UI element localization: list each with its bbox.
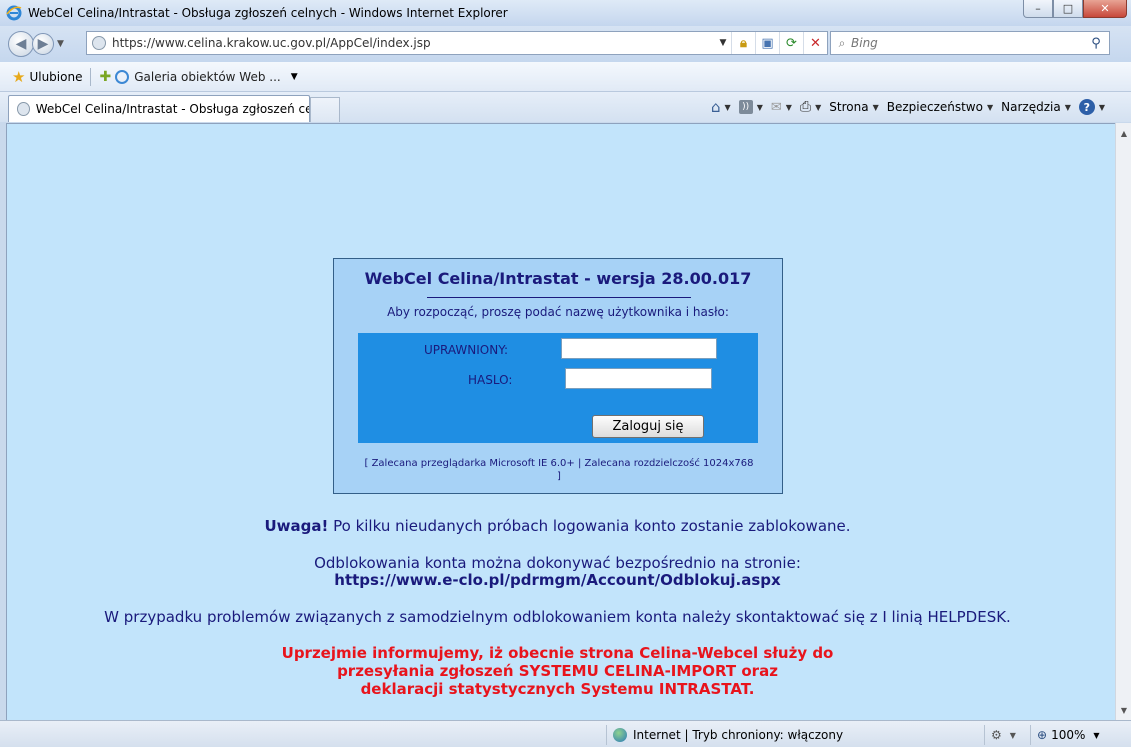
zoom-level: 100% [1051,728,1086,742]
scroll-up-icon[interactable]: ▲ [1116,125,1131,141]
minimize-button[interactable]: – [1023,0,1053,18]
back-arrow-icon: ◀ [15,36,27,52]
login-panel: WebCel Celina/Intrastat - wersja 28.00.0… [333,258,783,494]
printer-icon: ⎙ [799,99,812,115]
window-titlebar: WebCel Celina/Intrastat - Obsługa zgłosz… [0,0,1131,26]
zoom-icon: ⊕ [1037,728,1048,742]
zoom-control[interactable]: ⊕ 100% ▼ [1030,725,1120,745]
add-favorite-icon[interactable]: ✚ [99,69,111,85]
add-on-indicator[interactable]: ⚙ ▼ [984,725,1028,745]
compatibility-view-icon[interactable]: ▣ [755,32,779,54]
page-menu[interactable]: Strona ▼ [829,100,878,114]
safety-menu[interactable]: Bezpieczeństwo ▼ [887,100,993,114]
helpdesk-info: W przypadku problemów związanych z samod… [104,608,1011,626]
heading-divider [427,297,691,298]
search-input[interactable] [851,36,1083,50]
vertical-scrollbar[interactable]: ▲ ▼ [1115,123,1131,720]
feeds-button[interactable]: )) ▼ [738,100,763,114]
gallery-dropdown-icon[interactable]: ▼ [291,72,298,82]
browser-recommendation: [ Zalecana przeglądarka Microsoft IE 6.0… [364,458,754,482]
page-favicon-icon [92,36,106,50]
navigation-bar: ◀ ▶ ▼ https://www.celina.krakow.uc.gov.p… [0,26,1131,62]
notice-line-3: deklaracji statystycznych Systemu INTRAS… [360,680,755,698]
search-box[interactable]: ⌕ ⚲ [830,31,1110,55]
help-menu[interactable]: ? ▼ [1078,99,1105,115]
password-label: HASLO: [468,373,513,387]
zoom-dropdown-icon[interactable]: ▼ [1093,731,1099,740]
address-dropdown-icon[interactable]: ▼ [715,38,731,48]
rss-feed-icon: )) [738,100,753,114]
ie-logo-icon [6,5,22,21]
address-url[interactable]: https://www.celina.krakow.uc.gov.pl/AppC… [112,36,715,50]
bing-search-icon: ⌕ [838,35,846,50]
tab-favicon-icon [17,102,30,116]
unlock-link: https://www.e-clo.pl/pdrmgm/Account/Odbl… [334,571,781,589]
scroll-down-icon[interactable]: ▼ [1116,702,1131,718]
address-bar[interactable]: https://www.celina.krakow.uc.gov.pl/AppC… [86,31,828,55]
username-label: UPRAWNIONY: [424,343,509,357]
maximize-button[interactable]: □ [1053,0,1083,18]
internet-globe-icon [613,728,627,742]
command-bar: ⌂ ▼ )) ▼ ✉ ▼ ⎙ ▼ Strona ▼ Bezpieczeństwo ▼ Nar… [703,96,1105,118]
notice-line-1: Uprzejmie informujemy, iż obecnie strona… [281,644,834,662]
lockout-warning: Uwaga! Po kilku nieudanych próbach logow… [264,517,851,535]
login-subtitle: Aby rozpocząć, proszę podać nazwę użytko… [387,305,729,319]
tab-webcel[interactable]: WebCel Celina/Intrastat - Obsługa zgłosz… [8,95,310,122]
password-input[interactable] [565,368,712,389]
search-go-icon[interactable]: ⚲ [1083,36,1109,51]
login-form: UPRAWNIONY: HASLO: Zaloguj się [358,333,758,443]
home-button[interactable]: ⌂ ▼ [711,98,731,116]
web-slice-gallery-icon [115,69,130,84]
back-button[interactable]: ◀ [8,31,34,57]
page-content: WebCel Celina/Intrastat - wersja 28.00.0… [6,123,1115,720]
favorites-separator [90,67,92,86]
favorites-star-icon[interactable]: ★ [12,68,25,86]
lock-icon[interactable]: 🔒︎ [731,32,755,54]
mail-button[interactable]: ✉ ▼ [771,100,792,115]
new-tab-button[interactable] [310,97,340,122]
history-dropdown-icon[interactable]: ▼ [57,39,64,49]
help-icon: ? [1078,99,1095,115]
zone-text: Internet | Tryb chroniony: włączony [633,728,844,742]
favorites-bar: ★ Ulubione ✚ Galeria obiektów Web ... ▼ [0,62,1131,92]
tools-menu[interactable]: Narzędzia ▼ [1001,100,1071,114]
web-slice-gallery-link[interactable]: Galeria obiektów Web ... [134,70,281,84]
tab-bar: WebCel Celina/Intrastat - Obsługa zgłosz… [0,92,1131,122]
security-zone[interactable]: Internet | Tryb chroniony: włączony [606,725,843,745]
forward-button[interactable]: ▶ [32,33,54,55]
tab-label: WebCel Celina/Intrastat - Obsługa zgłosz… [35,102,309,116]
stop-icon[interactable]: ✕ [803,32,827,54]
gear-icon: ⚙ [991,728,1002,742]
home-icon: ⌂ [711,98,721,116]
notice-line-2: przesyłania zgłoszeń SYSTEMU CELINA-IMPO… [337,662,778,680]
window-title: WebCel Celina/Intrastat - Obsługa zgłosz… [28,6,508,20]
close-button[interactable]: ✕ [1083,0,1127,18]
mail-icon: ✉ [770,99,782,115]
forward-arrow-icon: ▶ [37,36,49,52]
favorites-button[interactable]: Ulubione [29,70,82,84]
print-button[interactable]: ⎙ ▼ [800,99,821,115]
login-button[interactable]: Zaloguj się [592,415,704,438]
username-input[interactable] [561,338,717,359]
refresh-icon[interactable]: ⟳ [779,32,803,54]
login-heading: WebCel Celina/Intrastat - wersja 28.00.0… [364,269,752,288]
status-bar: Internet | Tryb chroniony: włączony ⚙ ▼ ⊕… [0,720,1131,747]
unlock-info: Odblokowania konta można dokonywać bezpo… [314,554,801,572]
